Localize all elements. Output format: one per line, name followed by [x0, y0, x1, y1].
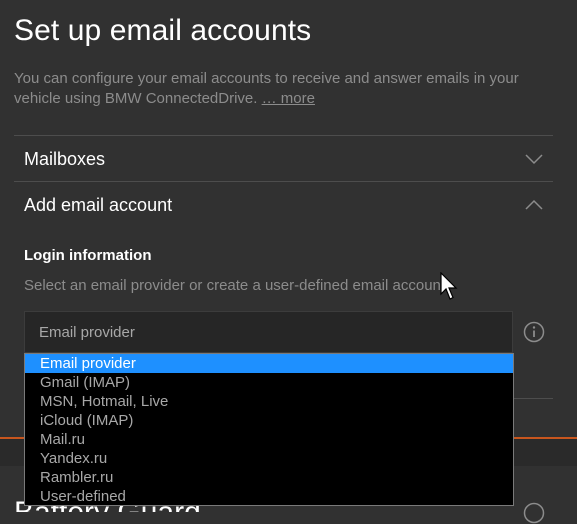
provider-option[interactable]: MSN, Hotmail, Live: [25, 392, 513, 411]
provider-option[interactable]: Yandex.ru: [25, 449, 513, 468]
provider-option[interactable]: Rambler.ru: [25, 468, 513, 487]
email-provider-select[interactable]: Email provider: [24, 311, 513, 353]
page-title: Set up email accounts: [14, 14, 312, 47]
provider-option[interactable]: Gmail (IMAP): [25, 373, 513, 392]
mailboxes-section-header[interactable]: Mailboxes: [14, 136, 553, 181]
add-account-section-header[interactable]: Add email account: [14, 182, 553, 227]
email-provider-value: Email provider: [39, 324, 135, 341]
login-description: Select an email provider or create a use…: [24, 277, 450, 294]
divider: [514, 398, 553, 399]
info-icon[interactable]: [523, 502, 545, 524]
mouse-pointer-icon: [440, 272, 458, 300]
provider-option[interactable]: iCloud (IMAP): [25, 411, 513, 430]
intro-text: You can configure your email accounts to…: [14, 69, 544, 109]
provider-option[interactable]: Mail.ru: [25, 430, 513, 449]
chevron-up-icon[interactable]: [525, 196, 543, 214]
provider-option[interactable]: Email provider: [25, 354, 513, 373]
login-heading: Login information: [24, 247, 152, 264]
info-icon[interactable]: [523, 321, 545, 343]
chevron-down-icon[interactable]: [525, 150, 543, 168]
provider-option[interactable]: User-defined: [25, 487, 513, 506]
email-provider-dropdown-list[interactable]: Email provider Gmail (IMAP) MSN, Hotmail…: [24, 353, 514, 506]
more-link[interactable]: … more: [262, 90, 315, 107]
add-account-label: Add email account: [24, 195, 173, 215]
mailboxes-label: Mailboxes: [24, 149, 106, 169]
